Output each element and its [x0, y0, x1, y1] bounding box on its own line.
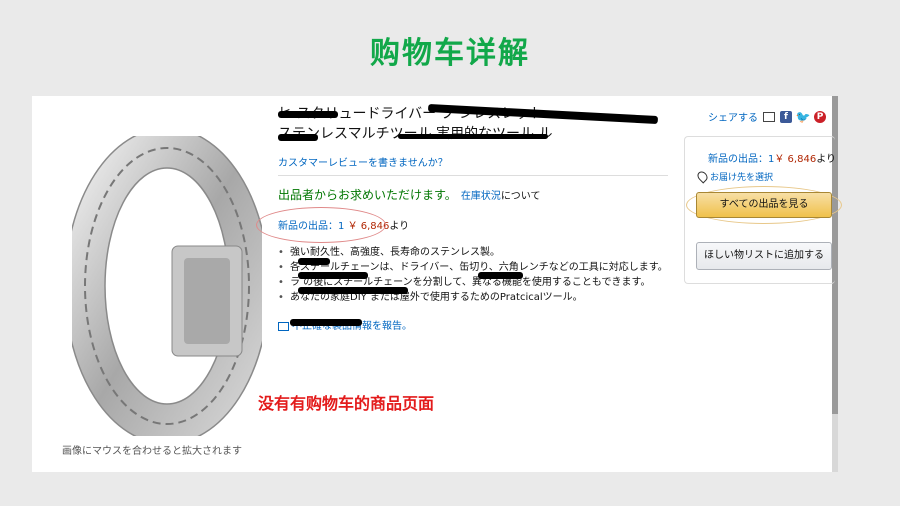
buybox-price: ￥ 6,846 — [774, 154, 817, 165]
availability-row: 出品者からお求めいただけます。 在庫状況について — [278, 184, 668, 203]
redaction-bar — [298, 272, 368, 279]
product-title: ヒ スクリュードライバー プ ンレスレット ステンレスマルチツール 実用的なツー… — [278, 103, 668, 144]
availability-text: 出品者からお求めいただけます。 — [278, 188, 457, 202]
product-details: ヒ スクリュードライバー プ ンレスレット ステンレスマルチツール 実用的なツー… — [256, 103, 668, 332]
divider — [278, 175, 668, 176]
highlight-ellipse — [256, 207, 386, 243]
buybox-new-offers-link[interactable]: 新品の出品：1 — [708, 154, 774, 165]
zoom-hint: 画像にマウスを合わせると拡大されます — [62, 446, 242, 457]
redaction-bar — [290, 319, 362, 326]
buybox-price-row: 新品の出品：1￥ 6,846より — [708, 150, 836, 165]
mail-icon[interactable] — [763, 111, 775, 122]
deliver-to-label[interactable]: お届け先を選択 — [710, 170, 773, 183]
redaction-bar — [278, 134, 318, 141]
facebook-icon[interactable]: f — [780, 110, 792, 123]
see-all-offers-button[interactable]: すべての出品を見る — [696, 192, 832, 218]
add-to-wishlist-button[interactable]: ほしい物リストに追加する — [696, 242, 832, 270]
redaction-bar — [298, 287, 408, 294]
twitter-icon[interactable]: 🐦 — [796, 110, 811, 124]
new-offers-suffix: より — [389, 221, 410, 232]
pinterest-icon[interactable]: P — [814, 110, 826, 123]
slide-title: 购物车详解 — [370, 36, 530, 71]
buybox-price-suffix: より — [816, 154, 836, 165]
redaction-bar — [278, 111, 338, 118]
redaction-bar — [398, 134, 548, 139]
speech-bubble-icon — [278, 321, 289, 331]
redaction-bar — [478, 272, 523, 279]
deliver-to-link[interactable]: お届け先を選択 — [695, 169, 773, 184]
stock-status-link[interactable]: 在庫状況 — [461, 191, 501, 202]
product-image — [72, 136, 262, 436]
write-review-link[interactable]: カスタマーレビューを書きませんか？ — [278, 154, 668, 169]
share-row: シェアする f 🐦 P — [708, 109, 826, 124]
list-item: 強い耐久性、高強度、長寿命のステンレス製。 — [278, 245, 668, 260]
redaction-bar — [298, 258, 330, 265]
slide-annotation: 没有有购物车的商品页面 — [258, 394, 435, 413]
share-label[interactable]: シェアする — [708, 109, 758, 124]
location-pin-icon — [695, 169, 710, 184]
new-offers-row: 新品の出品：1 ￥ 6,846より — [256, 207, 668, 243]
about-text: について — [500, 191, 541, 202]
